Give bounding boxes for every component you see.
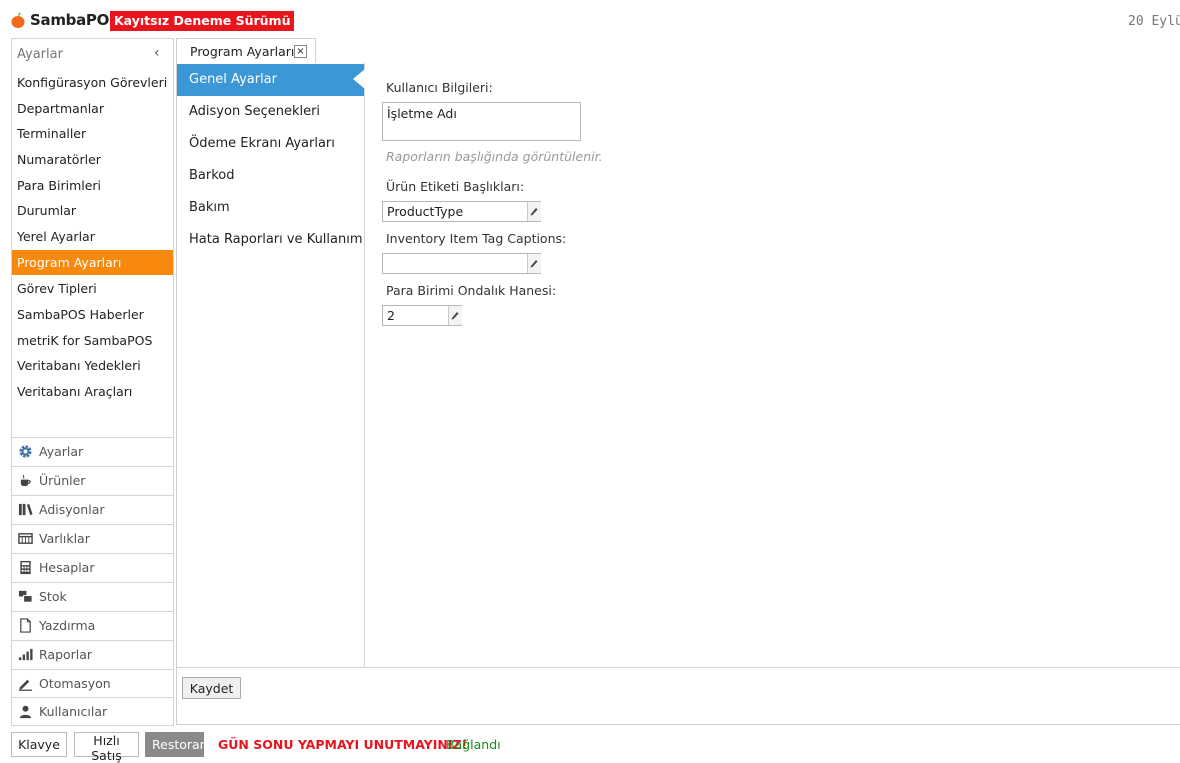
apple-logo-icon [11,12,25,28]
product-tag-input[interactable] [383,202,527,221]
close-icon[interactable]: × [294,45,307,58]
pencil-icon [451,312,459,320]
module-label: Ayarlar [39,444,84,459]
module-label: Adisyonlar [39,502,105,517]
module-label: Hesaplar [39,560,95,575]
keyboard-button[interactable]: Klavye [11,732,67,757]
section-odeme-ekrani-ayarlari[interactable]: Ödeme Ekranı Ayarları [177,128,364,160]
bar-chart-icon [18,648,33,661]
sidebar-item-gorev-tipleri[interactable]: Görev Tipleri [12,276,173,301]
pencil-icon [530,260,538,268]
tab-program-ayarlari[interactable]: Program Ayarları × [176,38,316,64]
section-bakim[interactable]: Bakım [177,192,364,224]
product-tag-field [382,201,541,222]
sidebar-header: Ayarlar ‹ [12,39,173,71]
connection-status: Bağlandı [446,737,501,752]
books-icon [18,503,33,516]
quick-sale-button[interactable]: Hızlı Satış [74,732,139,763]
boxes-icon [18,590,33,603]
business-name-field[interactable]: İşletme Adı [382,102,581,141]
sidebar-item-numaratorler[interactable]: Numaratörler [12,147,173,172]
coffee-cup-icon [20,474,31,487]
module-label: Raporlar [39,647,93,662]
module-hesaplar[interactable]: Hesaplar [12,553,173,581]
collapse-chevron-icon[interactable]: ‹ [154,45,160,61]
edit-pencil-button[interactable] [527,202,541,221]
sidebar-title: Ayarlar [17,47,63,62]
module-raporlar[interactable]: Raporlar [12,640,173,668]
module-urunler[interactable]: Ürünler [12,466,173,494]
tab-label: Program Ayarları [190,44,295,59]
section-barkod[interactable]: Barkod [177,160,364,192]
restoran-button[interactable]: Restoran [145,732,208,757]
inventory-tag-label: Inventory Item Tag Captions: [386,231,567,246]
inventory-tag-input[interactable] [383,254,527,273]
module-otomasyon[interactable]: Otomasyon [12,669,173,697]
module-label: Ürünler [39,473,86,488]
document-icon [20,618,31,633]
sidebar-item-konfigurasyon-gorevleri[interactable]: Konfigürasyon Görevleri [12,70,173,95]
decimal-input[interactable] [383,306,448,325]
pencil-icon [18,679,33,691]
sidebar-item-yerel-ayarlar[interactable]: Yerel Ayarlar [12,224,173,249]
section-adisyon-secenekleri[interactable]: Adisyon Seçenekleri [177,96,364,128]
sidebar: Ayarlar ‹ Konfigürasyon Görevleri Depart… [11,38,174,726]
table-icon [18,533,33,544]
footer-divider [177,667,1180,668]
sidebar-item-para-birimleri[interactable]: Para Birimleri [12,173,173,198]
gear-icon [19,445,32,458]
content-panel: Genel Ayarlar Adisyon Seçenekleri Ödeme … [176,63,1180,725]
module-stok[interactable]: Stok [12,582,173,610]
trial-badge: Kayıtsız Deneme Sürümü [110,11,295,31]
edit-pencil-button[interactable] [448,306,462,325]
business-name-hint: Raporların başlığında görüntülenir. [386,149,603,164]
user-icon [19,705,32,719]
module-label: Otomasyon [39,676,111,691]
decimal-label: Para Birimi Ondalık Hanesi: [386,283,557,298]
sidebar-item-veritabani-araclari[interactable]: Veritabanı Araçları [12,379,173,404]
module-label: Stok [39,589,67,604]
decimal-field [382,305,462,326]
module-adisyonlar[interactable]: Adisyonlar [12,495,173,523]
calculator-icon [20,560,31,575]
end-of-day-warning: GÜN SONU YAPMAYI UNUTMAYINIZ! [218,737,468,752]
sidebar-item-metrik[interactable]: metriK for SambaPOS [12,328,173,353]
product-tag-label: Ürün Etiketi Başlıkları: [386,179,525,194]
module-kullanicilar[interactable]: Kullanıcılar [12,697,173,725]
sidebar-item-durumlar[interactable]: Durumlar [12,198,173,223]
module-label: Varlıklar [39,531,90,546]
module-yazdirma[interactable]: Yazdırma [12,611,173,639]
brand-name: SambaPOS [30,11,120,29]
module-label: Kullanıcılar [39,704,108,719]
section-hata-raporlari[interactable]: Hata Raporları ve Kullanım [177,224,364,256]
date-display: 20 Eylül [1128,14,1180,29]
sidebar-item-departmanlar[interactable]: Departmanlar [12,96,173,121]
section-list: Genel Ayarlar Adisyon Seçenekleri Ödeme … [177,63,365,667]
active-section-pointer [353,69,365,89]
module-label: Yazdırma [39,618,96,633]
sidebar-item-veritabani-yedekleri[interactable]: Veritabanı Yedekleri [12,353,173,378]
module-ayarlar[interactable]: Ayarlar [12,437,173,465]
section-genel-ayarlar[interactable]: Genel Ayarlar [177,64,364,96]
inventory-tag-field [382,253,541,274]
user-info-label: Kullanıcı Bilgileri: [386,80,493,95]
sidebar-item-sambapos-haberler[interactable]: SambaPOS Haberler [12,302,173,327]
save-button[interactable]: Kaydet [182,677,241,699]
sidebar-item-terminaller[interactable]: Terminaller [12,121,173,146]
sidebar-item-program-ayarlari[interactable]: Program Ayarları [12,250,173,275]
module-varliklar[interactable]: Varlıklar [12,524,173,552]
edit-pencil-button[interactable] [527,254,541,273]
pencil-icon [530,208,538,216]
